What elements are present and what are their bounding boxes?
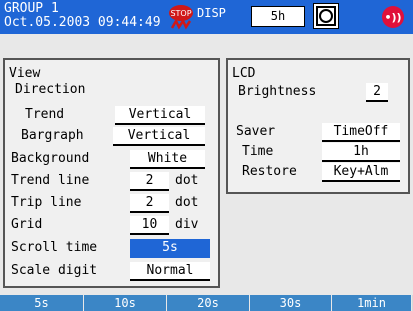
alarm-icon: •)) [382, 6, 404, 28]
scroll-time-label: Scroll time [11, 240, 98, 255]
display-label: DISP [197, 6, 226, 20]
trip-line-label: Trip line [11, 195, 82, 210]
grid-unit: div [175, 217, 199, 232]
trend-field[interactable]: Vertical [115, 106, 205, 125]
scroll-time-field[interactable]: 5s [130, 239, 210, 258]
softkey-bar: 5s 10s 20s 30s 1min [0, 295, 413, 311]
bargraph-label: Bargraph [21, 128, 84, 143]
media-icon [313, 3, 339, 29]
restore-label: Restore [242, 164, 297, 179]
trend-line-field[interactable]: 2 [130, 172, 169, 191]
svg-text:•)): •)) [384, 11, 401, 24]
grid-label: Grid [11, 217, 43, 232]
softkey-20s[interactable]: 20s [167, 295, 250, 311]
lcd-panel: LCD Brightness 2 Saver TimeOff Time 1h R… [226, 58, 410, 194]
trip-line-unit: dot [175, 195, 199, 210]
trend-label: Trend [25, 107, 65, 122]
direction-label: Direction [15, 82, 86, 97]
trend-line-label: Trend line [11, 173, 90, 188]
trip-line-field[interactable]: 2 [130, 194, 169, 213]
datetime: Oct.05.2003 09:44:49 [4, 15, 161, 30]
background-field[interactable]: White [130, 150, 205, 169]
softkey-30s[interactable]: 30s [250, 295, 332, 311]
svg-text:STOP: STOP [170, 9, 191, 18]
scale-digit-field[interactable]: Normal [130, 262, 210, 281]
scale-digit-label: Scale digit [11, 263, 98, 278]
interval-indicator: 5h [251, 6, 305, 27]
softkey-1min[interactable]: 1min [332, 295, 412, 311]
bargraph-field[interactable]: Vertical [113, 127, 205, 146]
status-bar: GROUP 1 Oct.05.2003 09:44:49 STOP DISP 5… [0, 0, 413, 34]
group-name: GROUP 1 [4, 1, 59, 16]
stop-icon: STOP [169, 5, 193, 30]
saver-label: Saver [236, 124, 276, 139]
brightness-field[interactable]: 2 [366, 83, 388, 102]
restore-field[interactable]: Key+Alm [322, 163, 400, 182]
softkey-10s[interactable]: 10s [84, 295, 167, 311]
softkey-5s[interactable]: 5s [0, 295, 84, 311]
lcd-title: LCD [232, 66, 256, 81]
background-label: Background [11, 151, 90, 166]
view-panel: View Direction Trend Vertical Bargraph V… [3, 58, 220, 288]
view-title: View [9, 66, 41, 81]
saver-field[interactable]: TimeOff [322, 123, 400, 142]
trend-line-unit: dot [175, 173, 199, 188]
time-field[interactable]: 1h [322, 143, 400, 162]
grid-field[interactable]: 10 [130, 216, 169, 235]
brightness-label: Brightness [238, 84, 317, 99]
time-label: Time [242, 144, 274, 159]
